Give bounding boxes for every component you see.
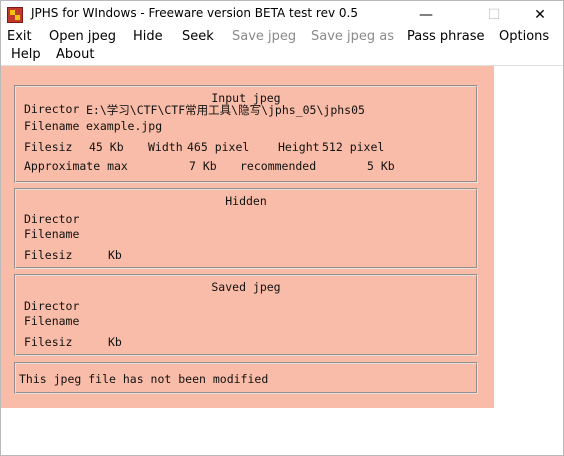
hidden-directory-label: Director [24, 212, 80, 226]
menu-open-jpeg[interactable]: Open jpeg [49, 28, 116, 46]
hidden-filename-label: Filename [24, 227, 80, 241]
input-directory-label: Director [24, 102, 80, 116]
saved-filesize-label: Filesiz [24, 335, 73, 349]
hidden-group: Hidden Director Filename Filesiz Kb [14, 188, 478, 269]
minimize-icon[interactable]: — [403, 1, 449, 28]
menu-bar: Exit Open jpeg Hide Seek Save jpeg Save … [1, 28, 563, 66]
input-filesize-label: Filesiz [24, 140, 73, 154]
hidden-filesize-unit: Kb [108, 248, 122, 262]
input-jpeg-group: Input jpeg Director E:\学习\CTF\CTF常用工具\隐写… [14, 85, 478, 183]
input-width-value: 465 pixel [187, 140, 250, 154]
menu-save-jpeg-as: Save jpeg as [311, 29, 395, 44]
menu-save-jpeg: Save jpeg [232, 29, 297, 44]
menu-hide[interactable]: Hide [133, 28, 163, 46]
input-filename-value: example.jpg [86, 119, 163, 133]
input-width-label: Width [148, 140, 183, 154]
app-icon[interactable] [7, 7, 23, 23]
saved-jpeg-title: Saved jpeg [211, 280, 281, 294]
input-height-value: 512 pixel [322, 140, 385, 154]
maximize-icon: ☐ [487, 6, 501, 23]
menu-help[interactable]: Help [11, 46, 41, 64]
input-filename-label: Filename [24, 119, 80, 133]
title-bar[interactable]: JPHS for WIndows - Freeware version BETA… [1, 1, 563, 28]
saved-directory-label: Director [24, 299, 80, 313]
hidden-filesize-label: Filesiz [24, 248, 73, 262]
close-icon[interactable]: ✕ [517, 1, 563, 28]
menu-exit[interactable]: Exit [7, 28, 32, 46]
hidden-title: Hidden [225, 194, 267, 208]
input-height-label: Height [278, 140, 320, 154]
status-group: This jpeg file has not been modified [14, 362, 478, 394]
saved-jpeg-group: Saved jpeg Director Filename Filesiz Kb [14, 274, 478, 356]
saved-filename-label: Filename [24, 314, 80, 328]
recommended-value: 5 Kb [367, 159, 395, 173]
main-panel: Input jpeg Director E:\学习\CTF\CTF常用工具\隐写… [1, 66, 494, 408]
menu-about[interactable]: About [56, 46, 94, 64]
approx-max-label: Approximate max [24, 159, 128, 173]
approx-max-value: 7 Kb [189, 159, 217, 173]
saved-filesize-unit: Kb [108, 335, 122, 349]
recommended-label: recommended [240, 159, 317, 173]
menu-pass-phrase[interactable]: Pass phrase [407, 28, 484, 46]
input-filesize-value: 45 Kb [89, 140, 124, 154]
input-directory-value: E:\学习\CTF\CTF常用工具\隐写\jphs_05\jphs05 [86, 103, 365, 117]
menu-seek[interactable]: Seek [182, 28, 214, 46]
app-window: JPHS for WIndows - Freeware version BETA… [0, 0, 564, 456]
status-message: This jpeg file has not been modified [19, 372, 269, 386]
menu-options[interactable]: Options [499, 28, 549, 46]
window-title: JPHS for WIndows - Freeware version BETA… [31, 6, 358, 20]
